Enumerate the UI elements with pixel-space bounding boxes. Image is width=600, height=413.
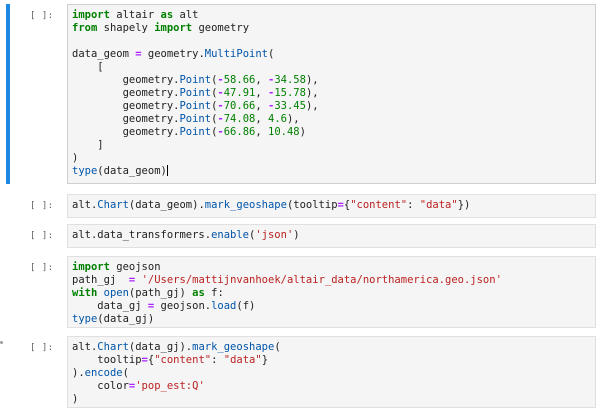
code-line: ).encode(	[72, 367, 129, 379]
code-line: alt.Chart(data_geom).mark_geoshape(toolt…	[72, 199, 471, 211]
code-line: data_gj = geojson.load(f)	[72, 300, 256, 312]
code-line: alt.data_transformers.enable('json')	[72, 229, 300, 241]
code-editor[interactable]: import geojson path_gj = '/Users/mattijn…	[67, 256, 596, 328]
code-line: geometry.Point(-66.86, 10.48)	[72, 126, 306, 138]
code-cell-3[interactable]: [ ]: alt.data_transformers.enable('json'…	[6, 224, 596, 248]
text-cursor	[166, 165, 168, 176]
code-line: color='pop_est:Q'	[72, 380, 205, 392]
code-cell-5[interactable]: [ ]: alt.Chart(data_gj).mark_geoshape( t…	[6, 336, 596, 408]
code-line: type(data_gj)	[72, 313, 155, 325]
selection-rail	[6, 224, 10, 248]
code-line: )	[72, 393, 79, 405]
code-line: geometry.Point(-58.66, -34.58),	[72, 74, 319, 86]
cell-prompt: [ ]:	[30, 231, 54, 241]
code-line: geometry.Point(-47.91, -15.78),	[72, 87, 319, 99]
code-token: altair	[116, 9, 155, 21]
code-editor[interactable]: alt.Chart(data_geom).mark_geoshape(toolt…	[67, 194, 596, 218]
code-line: ]	[72, 139, 104, 151]
code-cell-4[interactable]: [ ]: import geojson path_gj = '/Users/ma…	[6, 256, 596, 328]
selection-rail	[6, 194, 10, 218]
cell-prompt: [ ]:	[30, 11, 54, 21]
code-line: data_geom = geometry.MultiPoint(	[72, 48, 275, 60]
code-cell-2[interactable]: [ ]: alt.Chart(data_geom).mark_geoshape(…	[6, 194, 596, 218]
code-line: path_gj = '/Users/mattijnvanhoek/altair_…	[72, 274, 502, 286]
code-cell-1[interactable]: [ ]: import altair as alt from shapely i…	[6, 4, 596, 184]
cell-prompt: [ ]:	[30, 263, 54, 273]
gutter-marker	[0, 341, 3, 344]
code-line: import geojson	[72, 261, 161, 273]
selection-rail	[6, 336, 10, 408]
code-editor[interactable]: alt.Chart(data_gj).mark_geoshape( toolti…	[67, 336, 596, 408]
code-editor[interactable]: import altair as alt from shapely import…	[67, 4, 596, 184]
code-line: geometry.Point(-70.66, -33.45),	[72, 100, 319, 112]
code-line: type(data_geom)	[72, 165, 168, 177]
code-line: tooltip={"content": "data"}	[72, 354, 269, 366]
code-line: alt.Chart(data_gj).mark_geoshape(	[72, 341, 281, 353]
code-line: )	[72, 152, 79, 164]
selection-rail	[6, 256, 10, 328]
code-line: with open(path_gj) as f:	[72, 287, 224, 299]
selection-rail	[6, 4, 10, 184]
cell-prompt: [ ]:	[30, 201, 54, 211]
code-line: from shapely import geometry	[72, 22, 250, 34]
code-line: [	[72, 61, 104, 73]
code-line: geometry.Point(-74.08, 4.6),	[72, 113, 300, 125]
code-line: import altair as alt	[72, 9, 199, 21]
code-editor[interactable]: alt.data_transformers.enable('json')	[67, 224, 596, 248]
cell-prompt: [ ]:	[30, 343, 54, 353]
